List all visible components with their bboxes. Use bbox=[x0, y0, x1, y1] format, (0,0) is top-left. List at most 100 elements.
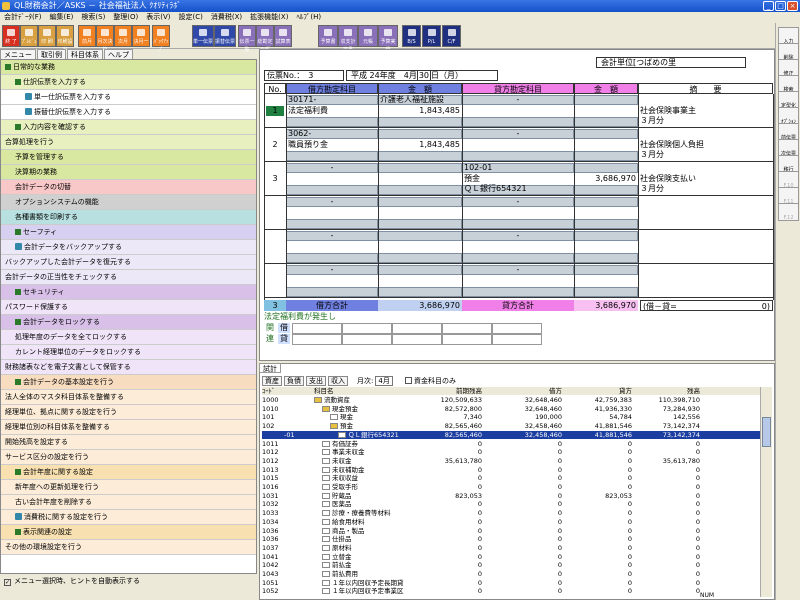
menu-tree-item[interactable]: 各種書類を印刷する bbox=[1, 210, 256, 225]
table-row[interactable]: 1016 受取手形 0 0 0 0 bbox=[262, 483, 760, 491]
category-button[interactable]: 支出 bbox=[306, 376, 326, 386]
month-selector[interactable]: 月次: 4月 bbox=[357, 376, 393, 386]
input-cell[interactable] bbox=[574, 265, 638, 275]
toolbar-button[interactable]: 予算実績 bbox=[378, 25, 398, 53]
toolbar-button[interactable]: B/S bbox=[402, 25, 421, 47]
tab-summary[interactable]: 試計 bbox=[259, 363, 281, 373]
input-cell[interactable] bbox=[378, 185, 462, 195]
memo-line2[interactable]: ３月分 bbox=[640, 184, 772, 194]
table-row[interactable]: 1031 貯蔵品 823,053 0 823,053 0 bbox=[262, 492, 760, 500]
credit-code[interactable]: - bbox=[464, 197, 572, 207]
menu-tree-item[interactable]: バックアップした会計データを復元する bbox=[1, 255, 256, 270]
category-button[interactable]: 負債 bbox=[284, 376, 304, 386]
input-cell[interactable] bbox=[378, 265, 462, 275]
menu-tree-item[interactable]: セキュリティ bbox=[1, 285, 256, 300]
vertical-scrollbar[interactable] bbox=[760, 387, 772, 597]
related-cell[interactable] bbox=[292, 334, 342, 345]
memo-line2[interactable]: ３月分 bbox=[640, 150, 772, 160]
input-cell[interactable] bbox=[574, 185, 638, 195]
table-row[interactable]: 101 現金 7,340 190,000 54,784 142,556 bbox=[262, 413, 760, 421]
debit-amount[interactable]: 1,843,485 bbox=[378, 106, 460, 116]
input-cell[interactable] bbox=[574, 197, 638, 207]
menu-tree-item[interactable]: 開始残高を設定する bbox=[1, 435, 256, 450]
credit-amount[interactable]: 3,686,970 bbox=[574, 174, 636, 184]
debit-code[interactable]: 30171- bbox=[288, 95, 376, 105]
credit-code[interactable]: 102-01 bbox=[464, 163, 572, 173]
input-cell[interactable] bbox=[378, 253, 462, 263]
table-row[interactable]: 1037 原材料 0 0 0 0 bbox=[262, 544, 760, 552]
debit-code[interactable]: - bbox=[288, 197, 376, 207]
toolbar-button[interactable]: 予算書 bbox=[318, 25, 338, 47]
memo-line2[interactable]: ３月分 bbox=[640, 116, 772, 126]
toolbar-button[interactable]: ﾌﾟﾚﾋﾞｭｰ bbox=[20, 25, 38, 53]
menu-tree-item[interactable]: 決算期の業務 bbox=[1, 165, 256, 180]
related-cell[interactable] bbox=[392, 334, 442, 345]
menu-tree-item[interactable]: 財務諸表などを電子文書として保管する bbox=[1, 360, 256, 375]
input-cell[interactable] bbox=[378, 151, 462, 161]
menu-tree-item[interactable]: 会計データをバックアップする bbox=[1, 240, 256, 255]
close-button[interactable]: × bbox=[787, 1, 798, 11]
table-row[interactable]: 1043 前払費用 0 0 0 0 bbox=[262, 570, 760, 578]
credit-account[interactable]: 預金 bbox=[464, 174, 572, 184]
menu-tree-item[interactable]: 会計データをロックする bbox=[1, 315, 256, 330]
input-cell[interactable] bbox=[574, 95, 638, 105]
input-cell[interactable] bbox=[462, 151, 574, 161]
menu-item[interactable]: 会計ﾃﾞｰﾀ(F) bbox=[0, 12, 46, 23]
table-row[interactable]: 1013 未収補助金 0 0 0 0 bbox=[262, 466, 760, 474]
menu-item[interactable]: 編集(E) bbox=[46, 12, 78, 23]
function-button[interactable]: F.12 bbox=[778, 203, 799, 221]
input-cell[interactable] bbox=[574, 129, 638, 139]
menu-item[interactable]: 表示(V) bbox=[142, 12, 174, 23]
menu-tree-item[interactable]: セーフティ bbox=[1, 225, 256, 240]
input-cell[interactable] bbox=[574, 287, 638, 297]
menu-tree-item[interactable]: 単一仕訳伝票を入力する bbox=[1, 90, 256, 105]
funds-only-checkbox[interactable]: 資金科目のみ bbox=[405, 376, 456, 386]
table-row[interactable]: 1015 未収収益 0 0 0 0 bbox=[262, 474, 760, 482]
menu-tree-item[interactable]: 会計データの基本設定を行う bbox=[1, 375, 256, 390]
input-cell[interactable] bbox=[574, 219, 638, 229]
debit-code[interactable]: - bbox=[288, 265, 376, 275]
menu-tree-item[interactable]: オプションシステムの機能 bbox=[1, 195, 256, 210]
table-row[interactable]: 1012 事業未収金 0 0 0 0 bbox=[262, 448, 760, 456]
related-cell[interactable] bbox=[442, 323, 492, 334]
toolbar-button[interactable]: 総勘定元帳 bbox=[256, 25, 274, 53]
table-row[interactable]: 1012 未収金 35,613,780 0 0 35,613,780 bbox=[262, 457, 760, 465]
input-cell[interactable] bbox=[574, 231, 638, 241]
accounting-unit-field[interactable]: 会計単位[つばめの里 bbox=[596, 57, 746, 68]
voucher-date-field[interactable]: 平成 24年度 4月 30 日（月） bbox=[346, 70, 498, 81]
input-cell[interactable] bbox=[378, 287, 462, 297]
menu-tree-item[interactable]: 会計年度に関する設定 bbox=[1, 465, 256, 480]
input-cell[interactable] bbox=[286, 117, 378, 127]
toolbar-button[interactable]: 元帳 bbox=[358, 25, 378, 47]
menu-tree-item[interactable]: 仕訳伝票を入力する bbox=[1, 75, 256, 90]
menu-tree-item[interactable]: 古い会計年度を削除する bbox=[1, 495, 256, 510]
toolbar-button[interactable]: 伝票一覧 bbox=[238, 25, 256, 53]
minimize-button[interactable]: _ bbox=[763, 1, 774, 11]
menu-tree-item[interactable]: 新年度への更新処理を行う bbox=[1, 480, 256, 495]
input-cell[interactable] bbox=[378, 117, 462, 127]
input-cell[interactable] bbox=[462, 117, 574, 127]
menu-tree-item[interactable]: サービス区分の設定を行う bbox=[1, 450, 256, 465]
input-cell[interactable] bbox=[574, 117, 638, 127]
category-button[interactable]: 収入 bbox=[328, 376, 348, 386]
voucher-number-field[interactable]: 伝票No.： 3 bbox=[264, 70, 344, 81]
debit-code[interactable]: - bbox=[288, 231, 376, 241]
menu-tree-item[interactable]: 経理単位別の科目体系を整備する bbox=[1, 420, 256, 435]
input-cell[interactable] bbox=[286, 185, 378, 195]
toolbar-button[interactable]: C/F bbox=[442, 25, 461, 47]
input-cell[interactable] bbox=[462, 253, 574, 263]
scroll-thumb[interactable] bbox=[762, 417, 771, 447]
menu-tree-item[interactable]: 会計データの正当性をチェックする bbox=[1, 270, 256, 285]
toolbar-button[interactable]: 振替伝票 bbox=[214, 25, 236, 47]
menu-tree-item[interactable]: 経理単位、拠点に関する設定を行う bbox=[1, 405, 256, 420]
toolbar-button[interactable]: 印 刷 bbox=[38, 25, 56, 47]
input-cell[interactable] bbox=[378, 219, 462, 229]
menu-item[interactable]: 整理(O) bbox=[109, 12, 142, 23]
related-cell[interactable] bbox=[492, 323, 542, 334]
debit-account[interactable]: 職員預り金 bbox=[288, 140, 376, 150]
related-cell[interactable] bbox=[342, 334, 392, 345]
toolbar-button[interactable]: 決月一 bbox=[132, 25, 150, 47]
table-row[interactable]: 1051 １年以内回収予定長期貸 0 0 0 0 bbox=[262, 579, 760, 587]
toolbar-button[interactable]: 単一伝票 bbox=[192, 25, 214, 47]
menu-item[interactable]: 検索(S) bbox=[77, 12, 109, 23]
